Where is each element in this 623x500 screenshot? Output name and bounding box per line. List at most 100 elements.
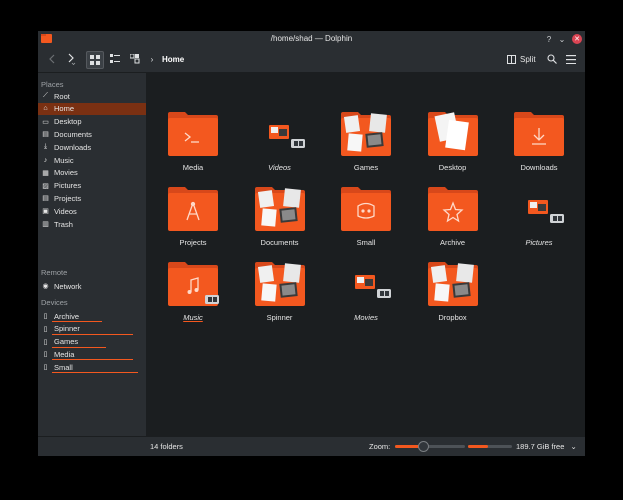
drive-icon: ▯	[43, 351, 48, 359]
drive-emblem-icon	[377, 289, 391, 298]
sidebar-item-movies[interactable]: ▦ Movies	[38, 167, 146, 179]
folder-archive[interactable]: Archive	[419, 186, 487, 258]
sidebar-item-label: Games	[54, 337, 79, 347]
sidebar-item-home[interactable]: ⌂ Home	[38, 102, 146, 115]
sidebar-item-network[interactable]: ◉ Network	[38, 280, 146, 292]
sidebar-item-games[interactable]: ▯ Games	[38, 336, 146, 348]
drive-icon: ▯	[43, 364, 48, 372]
sidebar-item-desktop[interactable]: ▭ Desktop	[38, 116, 146, 128]
zoom-slider-handle[interactable]	[418, 441, 429, 452]
search-button[interactable]	[546, 51, 558, 67]
sidebar-item-archive[interactable]: ▯ Archive	[38, 310, 146, 322]
videos-icon: ▣	[42, 208, 49, 216]
folder-movies[interactable]: Movies	[332, 261, 400, 333]
folder-icon	[427, 262, 478, 306]
folder-icon	[254, 262, 305, 306]
close-button[interactable]: ✕	[572, 34, 582, 44]
drive-icon: ▯	[43, 325, 48, 333]
split-icon	[507, 55, 516, 64]
folder-dropbox[interactable]: Dropbox	[419, 261, 487, 333]
chevron-down-icon: ⌄	[570, 442, 577, 451]
sidebar-item-downloads[interactable]: ⤓ Downloads	[38, 141, 146, 153]
folder-spinner[interactable]: Spinner	[246, 261, 314, 333]
folder-small[interactable]: Small	[332, 186, 400, 258]
sidebar-item-label: Archive	[54, 311, 80, 321]
folder-icon	[514, 112, 564, 156]
minimize-button[interactable]: ⌄	[557, 34, 567, 44]
folder-downloads[interactable]: Downloads	[505, 111, 573, 183]
folder-videos[interactable]: Videos	[246, 111, 314, 183]
devices-header: Devices	[41, 298, 68, 307]
sidebar-item-label: Small	[54, 362, 73, 372]
search-icon	[547, 54, 557, 64]
downloads-icon: ⤓	[43, 143, 48, 151]
sidebar-item-label: Movies	[54, 168, 78, 178]
details-view-button[interactable]	[128, 51, 142, 67]
sidebar-item-label: Desktop	[54, 117, 82, 127]
drive-emblem-icon	[290, 139, 305, 148]
folder-icon	[427, 187, 478, 231]
sidebar-item-media[interactable]: ▯ Media	[38, 348, 146, 361]
music-icon: ♪	[43, 156, 48, 164]
forward-icon	[68, 53, 76, 65]
folder-label: Media	[182, 163, 204, 172]
hamburger-menu-icon	[566, 54, 576, 64]
drive-icon: ▯	[43, 313, 48, 320]
network-icon: ◉	[42, 283, 49, 290]
folder-icon	[341, 187, 391, 231]
folder-media[interactable]: Media	[159, 111, 227, 183]
folder-games[interactable]: Games	[332, 111, 400, 183]
folder-label: Spinner	[266, 313, 293, 322]
back-icon	[49, 54, 55, 64]
free-space-label[interactable]: 189.7 GiB free ⌄	[516, 442, 577, 451]
sidebar-item-trash[interactable]: ▥ Trash	[38, 218, 146, 230]
sidebar-item-label: Media	[54, 349, 75, 359]
split-button[interactable]: Split	[507, 55, 536, 64]
sidebar-item-root[interactable]: ⟋ Root	[38, 90, 146, 102]
folder-icon	[168, 187, 218, 231]
folder-music[interactable]: Music	[159, 261, 227, 333]
breadcrumb-home[interactable]: Home	[162, 55, 184, 64]
folder-documents[interactable]: Documents	[246, 186, 314, 258]
folder-pictures[interactable]: Pictures	[505, 186, 573, 258]
sidebar-item-label: Documents	[54, 129, 92, 139]
folder-icon	[168, 112, 218, 156]
folder-label: Pictures	[525, 238, 553, 247]
folder-label: Documents	[260, 238, 299, 247]
help-button[interactable]: ?	[544, 34, 554, 44]
folder-projects[interactable]: Projects	[159, 186, 227, 258]
sidebar-item-pictures[interactable]: ▨ Pictures	[38, 180, 146, 192]
sidebar-item-projects[interactable]: ▤ Projects	[38, 192, 146, 204]
split-label: Split	[520, 55, 536, 64]
folder-label: Projects	[179, 238, 207, 247]
zoom-slider[interactable]	[395, 441, 465, 452]
back-button[interactable]	[46, 51, 58, 67]
folder-icon	[341, 112, 391, 156]
sidebar-item-label: Root	[54, 91, 70, 101]
free-space-bar	[468, 445, 512, 448]
status-bar: 14 folders Zoom: 189.7 GiB free ⌄	[38, 436, 585, 456]
sidebar-item-videos[interactable]: ▣ Videos	[38, 205, 146, 217]
sidebar-item-spinner[interactable]: ▯ Spinner	[38, 323, 146, 335]
zoom-label: Zoom:	[369, 442, 391, 451]
file-view: Media Videos Games Desktop Downloads Projects…	[147, 73, 585, 436]
breadcrumb-chevron-icon: ›	[150, 54, 154, 64]
folder-icon	[427, 112, 478, 156]
root-icon: ⟋	[43, 92, 48, 99]
sidebar-item-music[interactable]: ♪ Music	[38, 154, 146, 166]
title-bar: /home/shad — Dolphin ? ⌄ ⌃ ✕	[38, 31, 585, 47]
folder-desktop[interactable]: Desktop	[419, 111, 487, 183]
sidebar-item-small[interactable]: ▯ Small	[38, 361, 146, 374]
folder-count: 14 folders	[150, 442, 183, 451]
drive-icon: ▯	[43, 338, 48, 346]
menu-button[interactable]	[565, 51, 577, 67]
forward-button[interactable]	[64, 51, 78, 67]
compact-view-button[interactable]	[108, 51, 122, 67]
sidebar-item-label: Projects	[54, 193, 82, 203]
window-title: /home/shad — Dolphin	[270, 34, 353, 43]
icons-view-icon	[90, 55, 100, 65]
projects-icon: ▤	[42, 195, 49, 203]
sidebar-item-documents[interactable]: ▤ Documents	[38, 128, 146, 140]
icons-view-button[interactable]	[86, 51, 104, 69]
remote-header: Remote	[41, 268, 68, 277]
